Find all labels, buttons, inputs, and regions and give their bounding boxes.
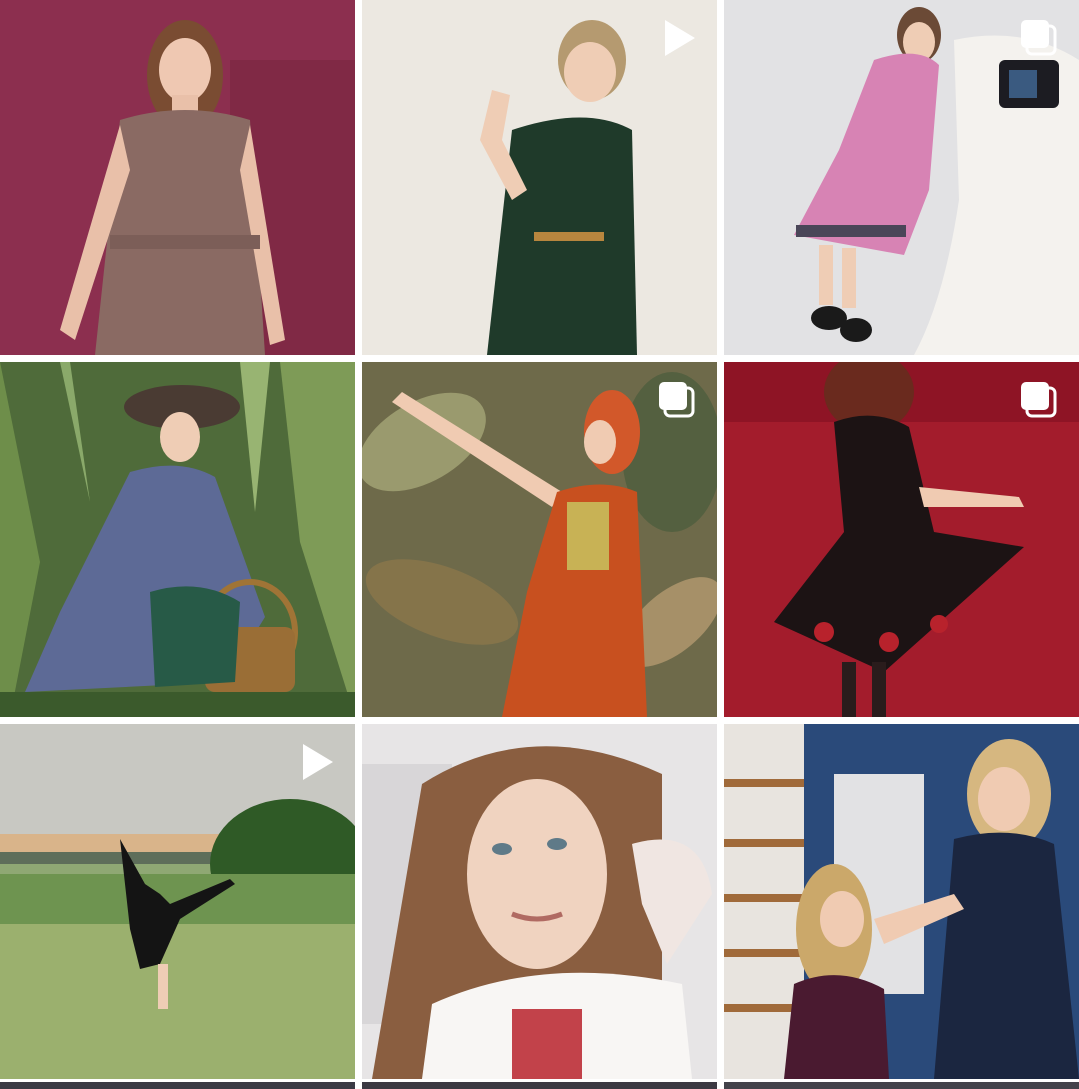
carousel-icon xyxy=(1017,378,1061,422)
post-tile-1[interactable] xyxy=(0,0,355,355)
carousel-icon xyxy=(655,378,699,422)
next-row-post-strip xyxy=(0,1082,355,1089)
post-tile-9[interactable] xyxy=(724,724,1079,1079)
next-row-post-strip xyxy=(724,1082,1079,1089)
post-tile-5[interactable] xyxy=(362,362,717,717)
post-tile-7[interactable] xyxy=(0,724,355,1079)
post-tile-3[interactable] xyxy=(724,0,1079,355)
post-tile-4[interactable] xyxy=(0,362,355,717)
carousel-icon xyxy=(1017,16,1061,60)
post-photo-woman-portrait-embroidery xyxy=(362,724,717,1079)
post-photo-makeup-artist-backstage xyxy=(724,724,1079,1079)
profile-post-grid xyxy=(0,0,1079,1089)
post-photo-woman-mauve-dress xyxy=(0,0,355,355)
video-play-icon xyxy=(293,740,337,784)
post-tile-6[interactable] xyxy=(724,362,1079,717)
post-photo-woman-cornfield-basket xyxy=(0,362,355,717)
post-tile-2[interactable] xyxy=(362,0,717,355)
video-play-icon xyxy=(655,16,699,60)
next-row-post-strip xyxy=(362,1082,717,1089)
post-tile-8[interactable] xyxy=(362,724,717,1079)
